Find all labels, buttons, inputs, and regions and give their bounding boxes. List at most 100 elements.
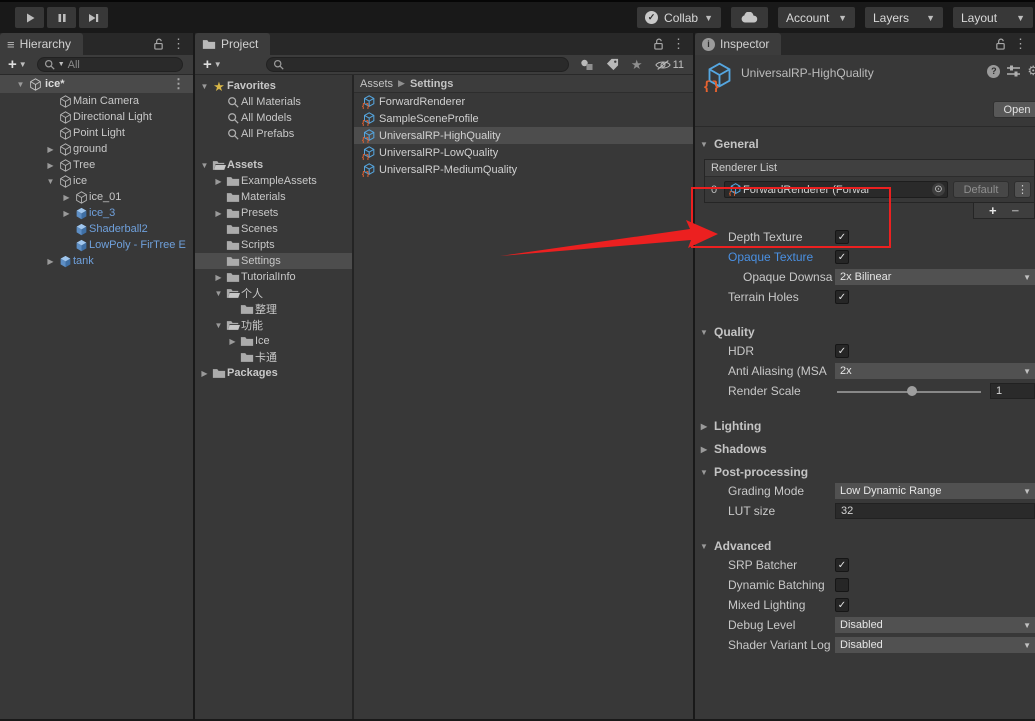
layout-dropdown[interactable]: Layout ▼: [953, 7, 1033, 28]
project-tree-item-item-17[interactable]: 卡通: [195, 349, 352, 365]
project-tree-item-item-14[interactable]: 整理: [195, 301, 352, 317]
play-button[interactable]: [15, 7, 44, 28]
object-picker-icon[interactable]: ⊙: [932, 183, 945, 196]
help-icon[interactable]: ?: [987, 65, 1000, 78]
tab-project[interactable]: Project: [195, 33, 270, 55]
hierarchy-item-ice[interactable]: ▼ice: [0, 173, 193, 189]
project-tree-item-scripts[interactable]: Scripts: [195, 237, 352, 253]
foldout-arrow-icon[interactable]: ▼: [44, 177, 57, 186]
checkbox-terrain-holes[interactable]: ✓: [835, 290, 849, 304]
foldout-arrow-icon[interactable]: ▶: [212, 209, 225, 218]
checkbox-opaque-texture[interactable]: ✓: [835, 250, 849, 264]
slider-handle[interactable]: [907, 386, 917, 396]
layers-dropdown[interactable]: Layers ▼: [865, 7, 943, 28]
hierarchy-search-input[interactable]: ▼ All: [37, 57, 183, 72]
pause-button[interactable]: [47, 7, 76, 28]
project-tree-item-ice[interactable]: ▶Ice: [195, 333, 352, 349]
project-tree-item-item-15[interactable]: ▼功能: [195, 317, 352, 333]
checkbox-hdr[interactable]: ✓: [835, 344, 849, 358]
foldout-arrow-icon[interactable]: ▶: [699, 445, 709, 454]
remove-renderer-button[interactable]: −: [1011, 203, 1019, 218]
section-header-shadows[interactable]: ▶Shadows: [695, 440, 1035, 458]
gear-icon[interactable]: ⚙: [1027, 63, 1035, 79]
slider-render-scale[interactable]: [835, 383, 985, 399]
file-item-samplesceneprofile[interactable]: {}SampleSceneProfile: [354, 110, 693, 127]
scene-menu-icon[interactable]: ⋮: [170, 76, 193, 92]
foldout-arrow-icon[interactable]: ▶: [60, 209, 73, 218]
checkbox-depth-texture[interactable]: ✓: [835, 230, 849, 244]
slider-value-field[interactable]: 1: [990, 383, 1035, 399]
tab-hierarchy[interactable]: ≡ Hierarchy: [0, 33, 83, 55]
filter-by-label-icon[interactable]: [601, 58, 624, 71]
foldout-arrow-icon[interactable]: ▼: [699, 140, 709, 149]
project-tree-item-favorites[interactable]: ▼★Favorites: [195, 78, 352, 94]
foldout-arrow-icon[interactable]: ▼: [699, 328, 709, 337]
open-button[interactable]: Open: [993, 101, 1035, 118]
section-header-quality[interactable]: ▼Quality: [695, 323, 1035, 341]
dropdown-shader-variant-log[interactable]: Disabled▼: [835, 637, 1035, 653]
scene-row[interactable]: ▼ ice* ⋮: [0, 75, 193, 93]
dropdown-opaque-downsa[interactable]: 2x Bilinear▼: [835, 269, 1035, 285]
hierarchy-item-lowpoly-firtree-e[interactable]: LowPoly - FirTree E: [0, 237, 193, 253]
hierarchy-item-ground[interactable]: ▶ground: [0, 141, 193, 157]
foldout-arrow-icon[interactable]: ▶: [198, 369, 211, 378]
checkbox-dynamic-batching[interactable]: [835, 578, 849, 592]
project-tree-item-all-models[interactable]: All Models: [195, 110, 352, 126]
renderer-menu-button[interactable]: ⋮: [1014, 181, 1031, 198]
foldout-arrow-icon[interactable]: ▼: [699, 468, 709, 477]
renderer-list-row[interactable]: 0 {} ForwardRenderer (Forwar ⊙ Default ⋮: [705, 177, 1034, 202]
foldout-arrow-icon[interactable]: ▶: [226, 337, 239, 346]
project-tree-item-all-prefabs[interactable]: All Prefabs: [195, 126, 352, 142]
project-tree-item-assets[interactable]: ▼Assets: [195, 157, 352, 173]
hierarchy-item-tank[interactable]: ▶tank: [0, 253, 193, 269]
breadcrumb-assets[interactable]: Assets: [360, 78, 393, 90]
file-item-universalrp-lowquality[interactable]: {}UniversalRP-LowQuality: [354, 144, 693, 161]
file-item-universalrp-mediumquality[interactable]: {}UniversalRP-MediumQuality: [354, 161, 693, 178]
renderer-object-field[interactable]: {} ForwardRenderer (Forwar ⊙: [724, 181, 948, 198]
add-renderer-button[interactable]: +: [989, 203, 997, 218]
foldout-arrow-icon[interactable]: ▼: [699, 542, 709, 551]
project-search-input[interactable]: [266, 57, 569, 72]
project-tree-item-exampleassets[interactable]: ▶ExampleAssets: [195, 173, 352, 189]
hierarchy-item-tree[interactable]: ▶Tree: [0, 157, 193, 173]
foldout-arrow-icon[interactable]: ▶: [212, 273, 225, 282]
tab-inspector[interactable]: i Inspector: [695, 33, 781, 55]
foldout-arrow-icon[interactable]: ▼: [212, 289, 225, 298]
filter-by-type-icon[interactable]: [575, 59, 599, 71]
hierarchy-item-main-camera[interactable]: Main Camera: [0, 93, 193, 109]
dropdown-anti-aliasing-msa[interactable]: 2x▼: [835, 363, 1035, 379]
field-lut-size[interactable]: 32: [835, 503, 1035, 519]
panel-menu-icon[interactable]: ⋮: [670, 36, 693, 52]
project-tree-item-materials[interactable]: Materials: [195, 189, 352, 205]
create-asset-button[interactable]: +▼: [199, 56, 226, 73]
panel-menu-icon[interactable]: ⋮: [170, 36, 193, 52]
lock-icon[interactable]: [989, 38, 1012, 50]
hierarchy-item-ice-3[interactable]: ▶ice_3: [0, 205, 193, 221]
project-tree-item-item-13[interactable]: ▼个人: [195, 285, 352, 301]
foldout-arrow-icon[interactable]: ▶: [60, 193, 73, 202]
breadcrumb-settings[interactable]: Settings: [410, 78, 453, 90]
foldout-arrow-icon[interactable]: ▶: [699, 422, 709, 431]
checkbox-mixed-lighting[interactable]: ✓: [835, 598, 849, 612]
favorites-star-icon[interactable]: ★: [626, 57, 648, 73]
project-tree-item-presets[interactable]: ▶Presets: [195, 205, 352, 221]
foldout-arrow-icon[interactable]: ▼: [212, 321, 225, 330]
file-item-universalrp-highquality[interactable]: {}UniversalRP-HighQuality: [354, 127, 693, 144]
section-header-lighting[interactable]: ▶Lighting: [695, 417, 1035, 435]
hierarchy-item-ice-01[interactable]: ▶ice_01: [0, 189, 193, 205]
foldout-arrow-icon[interactable]: ▼: [198, 82, 211, 91]
collab-dropdown[interactable]: ✓ Collab ▼: [637, 7, 721, 28]
section-header-post-processing[interactable]: ▼Post-processing: [695, 463, 1035, 481]
step-button[interactable]: [79, 7, 108, 28]
project-tree-item-all-materials[interactable]: All Materials: [195, 94, 352, 110]
hierarchy-item-point-light[interactable]: Point Light: [0, 125, 193, 141]
foldout-arrow-icon[interactable]: ▼: [198, 161, 211, 170]
hidden-packages-toggle[interactable]: 11: [650, 59, 689, 71]
hierarchy-item-shaderball2[interactable]: Shaderball2: [0, 221, 193, 237]
create-add-button[interactable]: +▼: [4, 56, 31, 73]
project-tree-item-packages[interactable]: ▶Packages: [195, 365, 352, 381]
dropdown-grading-mode[interactable]: Low Dynamic Range▼: [835, 483, 1035, 499]
cloud-button[interactable]: [731, 7, 768, 28]
section-header-general[interactable]: ▼General: [695, 135, 1035, 153]
project-tree-item-settings[interactable]: Settings: [195, 253, 352, 269]
